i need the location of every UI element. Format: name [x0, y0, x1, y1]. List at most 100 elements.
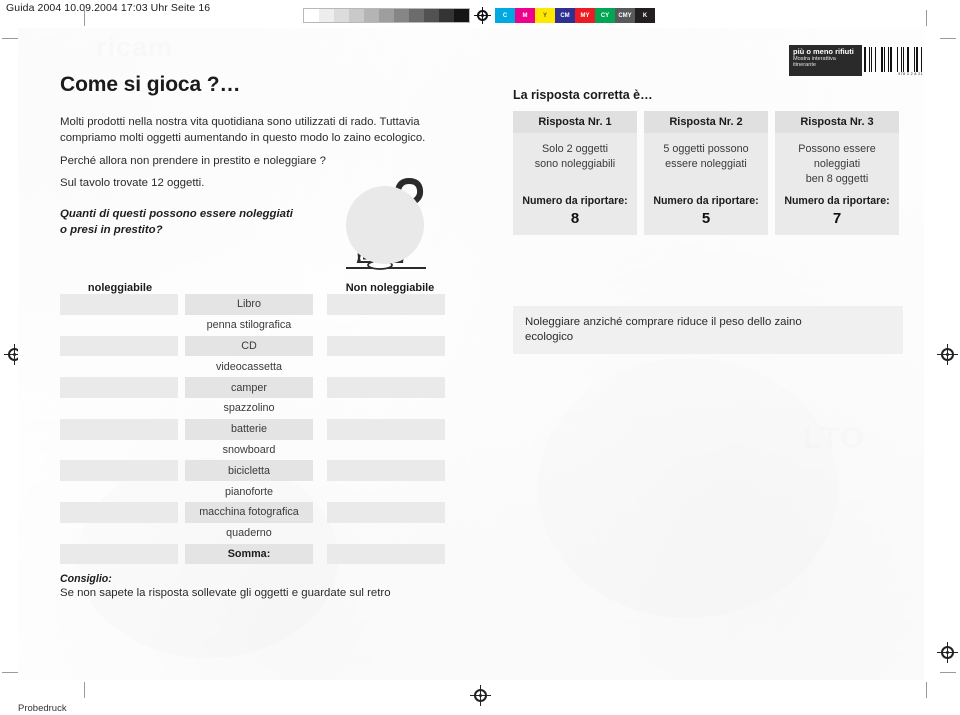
gray-step-0 [304, 9, 319, 22]
answer-box-noleggiabile[interactable] [60, 377, 178, 398]
table-sum-row: Somma: [60, 543, 460, 565]
cmyk-patch-y: Y [535, 8, 555, 23]
barcode-bar [864, 47, 866, 72]
answer-card-body-line: 5 oggetti possono [663, 143, 749, 155]
item-label: macchina fotografica [185, 501, 313, 523]
advice-text: Se non sapete la risposta sollevate gli … [60, 587, 391, 599]
info-callout-box: Noleggiare anziché comprare riduce il pe… [513, 306, 903, 354]
answer-box-noleggiabile[interactable] [60, 418, 178, 440]
rentable-items-table: noleggiabile Non noleggiabile Libro penna… [60, 278, 460, 565]
answer-cards-group: Risposta Nr. 1 Solo 2 oggetti sono noleggi… [513, 111, 903, 235]
answer-box-noleggiabile[interactable] [60, 335, 178, 357]
answer-card-body-line: sono noleggiabili [534, 158, 616, 170]
item-label: CD [185, 335, 313, 357]
cmyk-patch-cmy: CMY [615, 8, 635, 23]
cmyk-patch-cy: CY [595, 8, 615, 23]
answer-card-2[interactable]: Risposta Nr. 2 5 oggetti possono essere no… [644, 111, 768, 235]
answer-box-noleggiabile[interactable] [60, 398, 178, 419]
character-circle-backdrop [346, 186, 424, 264]
barcode-icon: 978 3 2 8 21 [864, 45, 923, 76]
barcode-bar [884, 47, 885, 72]
item-label: Libro [185, 294, 313, 315]
answer-box-noleggiabile[interactable] [60, 523, 178, 544]
item-label: bicicletta [185, 460, 313, 482]
item-label: snowboard [222, 443, 276, 456]
intro-paragraph-1: Molti prodotti nella nostra vita quotidi… [60, 116, 426, 144]
answer-box-non-noleggiabile[interactable] [327, 418, 445, 440]
answer-box-noleggiabile[interactable] [60, 481, 178, 502]
crop-mark-bottom-left [84, 682, 85, 698]
table-row: spazzolino [60, 398, 460, 419]
cmyk-patch-strip: C M Y CM MY CY CMY K [495, 8, 655, 23]
table-row: CD [60, 335, 460, 357]
table-row: Libro [60, 294, 460, 315]
table-header-noleggiabile: noleggiabile [87, 282, 153, 294]
proof-footer-text: Probedruck [18, 703, 67, 714]
thinking-person-icon [336, 177, 444, 283]
answer-card-footer: Numero da riportare: 5 [644, 195, 768, 235]
answer-box-non-noleggiabile[interactable] [327, 294, 445, 315]
barcode-bar [910, 47, 911, 72]
table-row: pianoforte [60, 481, 460, 502]
answer-box-noleggiabile[interactable] [60, 356, 178, 377]
crop-mark-bottom-right [926, 682, 927, 698]
answer-card-body: Possono essere noleggiati ben 8 oggetti [775, 133, 899, 195]
item-label: quaderno [226, 527, 272, 540]
cmyk-patch-m: M [515, 8, 535, 23]
report-number-label: Numero da riportare: [784, 195, 890, 207]
barcode-bar [899, 47, 900, 72]
answer-card-1[interactable]: Risposta Nr. 1 Solo 2 oggetti sono noleggi… [513, 111, 637, 235]
report-number-value: 8 [570, 210, 580, 227]
page-title: Come si gioca ?… [60, 73, 241, 96]
item-label: camper [185, 377, 313, 398]
table-row: bicicletta [60, 460, 460, 482]
badge-text-block: più o meno rifiuti Mostra interattiva it… [789, 45, 862, 76]
answer-box-non-noleggiabile[interactable] [327, 315, 445, 336]
answer-box-noleggiabile[interactable] [60, 315, 178, 336]
barcode-bar [875, 47, 876, 72]
answer-box-noleggiabile[interactable] [60, 501, 178, 523]
answer-box-non-noleggiabile[interactable] [327, 356, 445, 377]
barcode-bar [879, 47, 880, 72]
table-header-non-noleggiabile: Non noleggiabile [345, 282, 435, 294]
crop-mark-top-right [926, 10, 927, 26]
answer-box-noleggiabile[interactable] [60, 294, 178, 315]
answer-box-non-noleggiabile[interactable] [327, 398, 445, 419]
barcode-bar [881, 47, 883, 72]
answer-box-non-noleggiabile[interactable] [327, 523, 445, 544]
info-callout-text: Noleggiare anziché comprare riduce il pe… [525, 315, 802, 344]
answer-box-non-noleggiabile[interactable] [327, 481, 445, 502]
crop-mark-left-bottom [2, 672, 18, 673]
answer-box-non-noleggiabile[interactable] [327, 440, 445, 461]
barcode-bar [912, 47, 913, 72]
answer-card-header: Risposta Nr. 3 [775, 111, 899, 133]
sum-box-noleggiabile[interactable] [60, 543, 178, 565]
answer-box-noleggiabile[interactable] [60, 440, 178, 461]
answer-box-non-noleggiabile[interactable] [327, 501, 445, 523]
answer-box-noleggiabile[interactable] [60, 460, 178, 482]
answer-box-non-noleggiabile[interactable] [327, 377, 445, 398]
report-number-value: 7 [832, 210, 842, 227]
answer-box-non-noleggiabile[interactable] [327, 460, 445, 482]
advice-label: Consiglio: [60, 573, 112, 585]
barcode-bar [893, 47, 894, 72]
cmyk-patch-c: C [495, 8, 515, 23]
answer-card-header: Risposta Nr. 1 [513, 111, 637, 133]
barcode-bar [871, 47, 872, 72]
answer-card-body-line: noleggiati [813, 158, 861, 170]
barcode-bar [877, 47, 878, 72]
grayscale-step-wedge [303, 8, 470, 23]
barcode-bar [897, 47, 898, 72]
answer-card-3[interactable]: Risposta Nr. 3 Possono essere noleggiati be… [775, 111, 899, 235]
answer-box-non-noleggiabile[interactable] [327, 335, 445, 357]
sum-box-non-noleggiabile[interactable] [327, 543, 445, 565]
item-label: batterie [185, 418, 313, 440]
crop-mark-right-bottom [940, 672, 956, 673]
table-row: snowboard [60, 440, 460, 461]
answer-card-body-line: Solo 2 oggetti [541, 143, 609, 155]
sum-label: Somma: [185, 543, 313, 565]
answers-title: La risposta corretta è… [513, 88, 653, 102]
answer-card-body-line: ben 8 oggetti [805, 173, 869, 185]
barcode-bar [873, 47, 874, 72]
table-row: camper [60, 377, 460, 398]
